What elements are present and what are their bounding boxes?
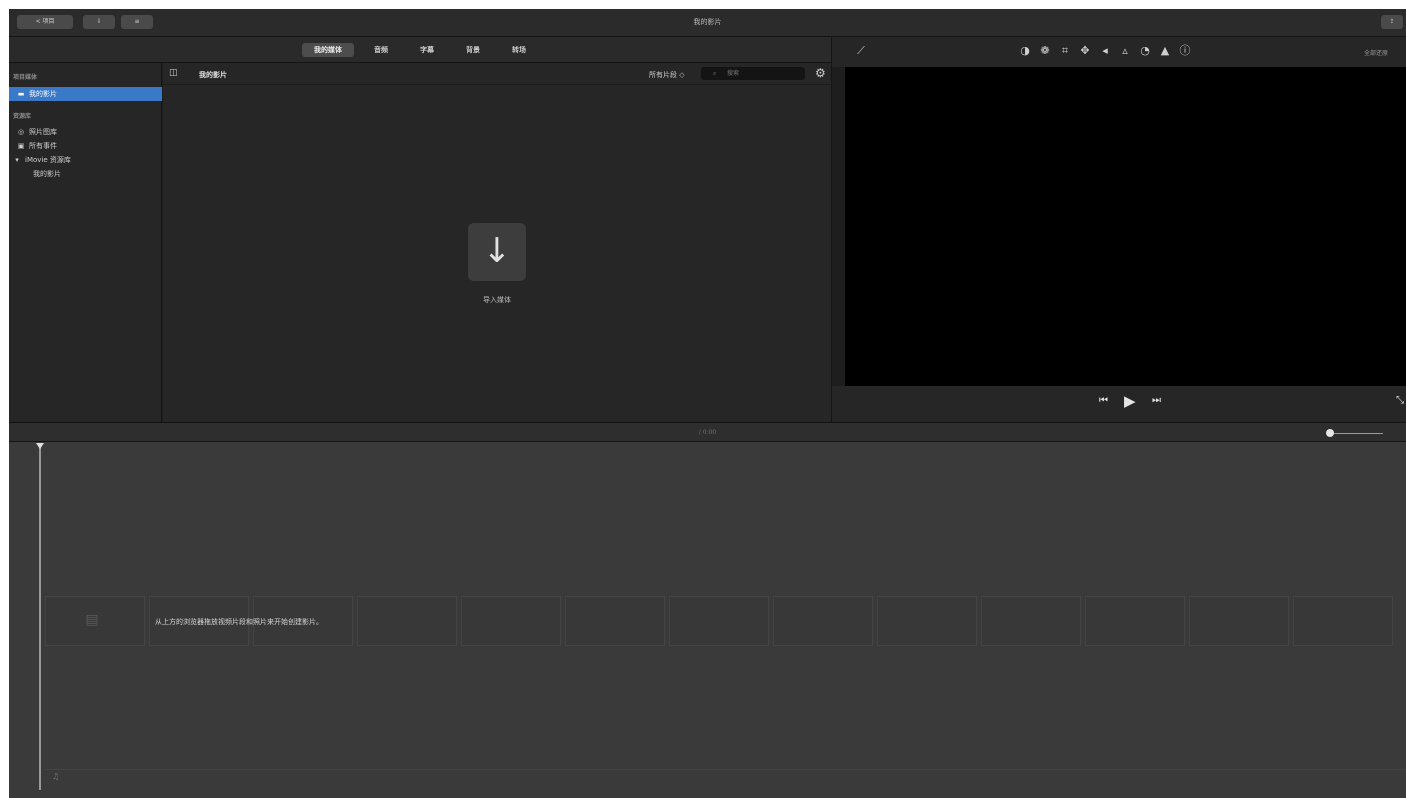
sidebar-item-label: 我的影片: [29, 90, 57, 98]
settings-gear-icon[interactable]: ⚙: [815, 66, 826, 80]
sidebar-item-imovie-library[interactable]: ▾ iMovie 资源库: [9, 153, 162, 167]
color-balance-icon[interactable]: ◑: [1018, 44, 1032, 58]
stabilization-icon[interactable]: ✥: [1078, 44, 1092, 58]
playhead[interactable]: [39, 446, 41, 790]
sidebar-item-photos-library[interactable]: ◎ 照片图库: [9, 125, 162, 139]
sidebar-item-library-my-movie[interactable]: 我的影片: [9, 167, 162, 181]
tab-transitions[interactable]: 转场: [500, 43, 538, 57]
audio-track-line: [45, 769, 1406, 770]
placeholder-slot: [565, 596, 665, 646]
volume-icon[interactable]: ◂: [1098, 44, 1112, 58]
browser-tabs: 我的媒体 音频 字幕 背景 转场: [9, 43, 831, 57]
browser-header: ◫ 我的影片 所有片段 ◇ ⌕ 搜索 ⚙: [163, 63, 831, 85]
browser-tabs-row: 我的媒体 音频 字幕 背景 转场: [9, 37, 831, 63]
media-browser: ◫ 我的影片 所有片段 ◇ ⌕ 搜索 ⚙ ↓ 导入媒体: [163, 63, 831, 422]
zoom-slider-knob[interactable]: [1326, 429, 1334, 437]
import-media-button[interactable]: ↓: [468, 223, 526, 281]
speed-icon[interactable]: ◔: [1138, 44, 1152, 58]
search-icon: ⌕: [713, 70, 717, 77]
zoom-slider-track[interactable]: [1329, 433, 1383, 434]
window-title: 我的影片: [693, 18, 722, 26]
placeholder-slot: [981, 596, 1081, 646]
search-input[interactable]: ⌕ 搜索: [701, 67, 805, 80]
reset-all-button[interactable]: 全部还原: [1364, 48, 1388, 57]
film-strip-icon: ▤: [85, 612, 99, 628]
crop-icon[interactable]: ⌗: [1058, 44, 1072, 58]
libraries-sidebar: 项目媒体 ▬ 我的影片 资源库 ◎ 照片图库 ▣ 所有事件 ▾ iMovie 资源库 我…: [9, 63, 162, 422]
placeholder-slot: [1293, 596, 1393, 646]
placeholder-slot: [1085, 596, 1185, 646]
sidebar-item-label: 照片图库: [29, 128, 57, 136]
events-icon: ▣: [17, 142, 25, 150]
timeline-header: / 0:00: [9, 422, 1406, 442]
browser-title: 我的影片: [199, 71, 227, 79]
playback-controls: ⏮ ▶ ⏭ ⤡: [832, 386, 1406, 422]
placeholder-slot: [773, 596, 873, 646]
timecode: / 0:00: [698, 429, 717, 436]
tab-backgrounds[interactable]: 背景: [454, 43, 492, 57]
viewer-toolbar: ⟋ ◑ ❁ ⌗ ✥ ◂ ▵ ◔ ▲ ⓘ 全部还原: [832, 37, 1406, 67]
info-icon[interactable]: ⓘ: [1178, 44, 1192, 58]
imovie-window: < 项目 ⇩ ≡ 我的影片 ⇪ 我的媒体 音频 字幕 背景 转场 项目媒体 ▬ 我…: [9, 9, 1406, 798]
clip-filter-icon[interactable]: ▲: [1158, 44, 1172, 58]
placeholder-slot: [669, 596, 769, 646]
title-bar: < 项目 ⇩ ≡ 我的影片 ⇪: [9, 9, 1406, 37]
disclosure-triangle-icon: ▾: [15, 156, 19, 164]
tab-titles[interactable]: 字幕: [408, 43, 446, 57]
tab-audio[interactable]: 音频: [362, 43, 400, 57]
skip-forward-icon[interactable]: ⏭: [1152, 395, 1161, 406]
clip-filter-select[interactable]: 所有片段 ◇: [649, 70, 685, 80]
arrow-down-icon: ↓: [482, 231, 512, 271]
color-correction-icon[interactable]: ❁: [1038, 44, 1052, 58]
sidebar-item-my-movie[interactable]: ▬ 我的影片: [9, 87, 162, 101]
movie-icon: ▬: [17, 90, 25, 98]
placeholder-slot: [877, 596, 977, 646]
noise-reduction-icon[interactable]: ▵: [1118, 44, 1132, 58]
magic-wand-icon[interactable]: ⟋: [854, 44, 868, 58]
timeline-hint: 从上方的浏览器拖放视频片段和照片来开始创建影片。: [155, 618, 323, 626]
import-media-label: 导入媒体: [483, 296, 511, 304]
share-icon: ⇪: [1389, 18, 1395, 25]
project-media-heading: 项目媒体: [13, 74, 38, 81]
sidebar-item-label: iMovie 资源库: [25, 156, 71, 164]
placeholder-slot: [1189, 596, 1289, 646]
tab-my-media[interactable]: 我的媒体: [302, 43, 354, 57]
sidebar-item-label: 所有事件: [29, 142, 57, 150]
viewer-screen: [845, 67, 1406, 386]
play-icon[interactable]: ▶: [1124, 392, 1136, 410]
pane-divider[interactable]: [831, 37, 832, 422]
placeholder-slot: [357, 596, 457, 646]
placeholder-slot: [461, 596, 561, 646]
skip-back-icon[interactable]: ⏮: [1099, 395, 1108, 406]
libraries-heading: 资源库: [13, 113, 32, 120]
fullscreen-icon[interactable]: ⤡: [1396, 395, 1404, 406]
photos-icon: ◎: [17, 128, 25, 136]
search-placeholder: 搜索: [727, 70, 740, 77]
sidebar-item-all-events[interactable]: ▣ 所有事件: [9, 139, 162, 153]
share-button[interactable]: ⇪: [1381, 15, 1403, 29]
sidebar-toggle-icon[interactable]: ◫: [169, 68, 178, 78]
music-note-icon: ♫: [52, 772, 60, 781]
